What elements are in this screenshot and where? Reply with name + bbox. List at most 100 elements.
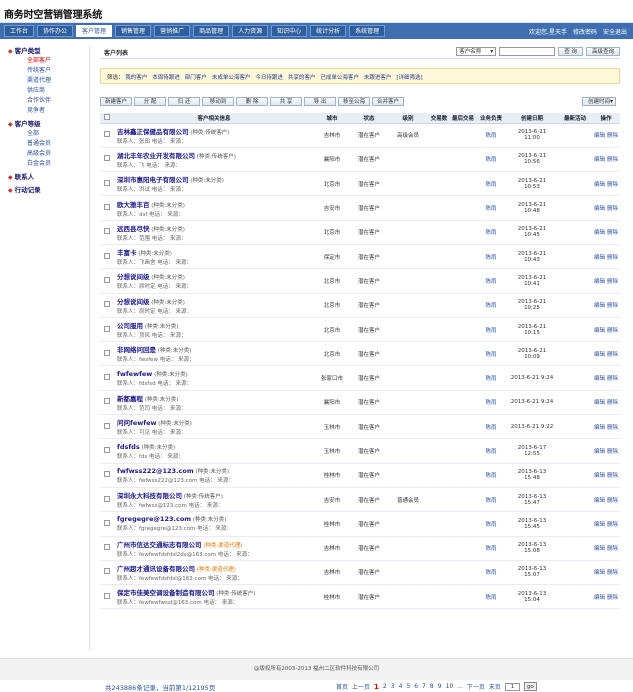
edit-link[interactable]: 编辑 [594, 133, 605, 139]
row-checkbox[interactable] [104, 252, 110, 259]
delete-link[interactable]: 删除 [607, 425, 618, 431]
edit-link[interactable]: 编辑 [594, 303, 605, 309]
customer-name-link[interactable]: 分想说间级 [117, 273, 150, 281]
row-checkbox[interactable] [104, 276, 110, 283]
filter-link[interactable]: 未跟进客户 [364, 75, 392, 81]
sidebar-item[interactable]: 合作伙伴 [4, 96, 89, 106]
owner-link[interactable]: 陈雨 [476, 560, 506, 586]
page-number-link[interactable]: 5 [406, 683, 410, 690]
customer-name-link[interactable]: 欧大雅丰百 [117, 201, 150, 209]
delete-link[interactable]: 删除 [607, 498, 618, 504]
edit-link[interactable]: 编辑 [594, 157, 605, 163]
customer-name-link[interactable]: 公司服用 [117, 322, 143, 330]
customer-name-link[interactable]: fwfwss222@123.com [117, 467, 194, 475]
toolbar-button[interactable]: 分 配 [134, 97, 166, 106]
row-checkbox[interactable] [104, 228, 110, 235]
edit-link[interactable]: 编辑 [594, 473, 605, 479]
toolbar-button[interactable]: 导 出 [304, 97, 336, 106]
delete-link[interactable]: 删除 [607, 400, 618, 406]
edit-link[interactable]: 编辑 [594, 449, 605, 455]
select-all-header[interactable] [100, 113, 114, 124]
sidebar-item[interactable]: 全部客户 [4, 56, 89, 66]
filter-link[interactable]: 我的客户 [125, 75, 147, 81]
owner-link[interactable]: 陈雨 [476, 147, 506, 173]
owner-link[interactable]: 陈雨 [476, 195, 506, 221]
delete-link[interactable]: 删除 [607, 206, 618, 212]
owner-link[interactable]: 陈雨 [476, 293, 506, 318]
sidebar-item[interactable]: 全部 [4, 129, 89, 139]
edit-link[interactable]: 编辑 [594, 230, 605, 236]
toolbar-button[interactable]: 删 除 [236, 97, 268, 106]
sidebar-group-header[interactable]: ◆ 联系人 [4, 172, 89, 182]
row-checkbox[interactable] [104, 471, 110, 478]
customer-name-link[interactable]: 广州超才通讯设备有限公司 [117, 565, 195, 573]
edit-link[interactable]: 编辑 [594, 352, 605, 358]
delete-link[interactable]: 删除 [607, 570, 618, 576]
toolbar-button[interactable]: 合并客户 [372, 97, 404, 106]
row-checkbox[interactable] [104, 568, 110, 575]
customer-name-link[interactable]: fdsfds [117, 443, 140, 451]
sidebar-item[interactable]: 渠道代理 [4, 76, 89, 86]
delete-link[interactable]: 删除 [607, 328, 618, 334]
edit-link[interactable]: 编辑 [594, 206, 605, 212]
owner-link[interactable]: 陈雨 [476, 487, 506, 513]
customer-name-link[interactable]: 非网络问回是 [117, 346, 156, 354]
nav-tab[interactable]: 商品管理 [193, 25, 230, 37]
search-button[interactable]: 查 询 [558, 47, 583, 56]
search-input[interactable] [499, 47, 556, 56]
nav-tab[interactable]: 系统管理 [349, 25, 386, 37]
filter-link[interactable]: 已成单公海客户 [320, 75, 359, 81]
delete-link[interactable]: 删除 [607, 473, 618, 479]
page-number-link[interactable]: 7 [422, 683, 426, 690]
customer-name-link[interactable]: 丰富卡 [117, 249, 137, 257]
delete-link[interactable]: 删除 [607, 449, 618, 455]
next-page-link[interactable]: 下一页 [467, 682, 485, 691]
last-page-link[interactable]: 末页 [489, 682, 501, 691]
sidebar-item[interactable]: 竞争者 [4, 106, 89, 116]
customer-name-link[interactable]: 深圳永大科技有限公司 [117, 492, 182, 500]
page-number-link[interactable]: 6 [414, 683, 418, 690]
sidebar-item[interactable]: 白金会员 [4, 159, 89, 169]
sidebar-item[interactable]: 高级会员 [4, 149, 89, 159]
customer-name-link[interactable]: 湖北丰年农业开发有限公司 [117, 152, 195, 160]
row-checkbox[interactable] [104, 179, 110, 186]
owner-link[interactable]: 陈雨 [476, 463, 506, 488]
delete-link[interactable]: 删除 [607, 279, 618, 285]
customer-name-link[interactable]: fwfewfew [117, 370, 152, 378]
edit-link[interactable]: 编辑 [594, 182, 605, 188]
delete-link[interactable]: 删除 [607, 303, 618, 309]
customer-name-link[interactable]: 广州市信达交通标志有限公司 [117, 541, 202, 549]
edit-link[interactable]: 编辑 [594, 570, 605, 576]
delete-link[interactable]: 删除 [607, 182, 618, 188]
delete-link[interactable]: 删除 [607, 157, 618, 163]
toolbar-button[interactable]: 移动到 [202, 97, 234, 106]
select-all-checkbox[interactable] [104, 113, 110, 120]
row-checkbox[interactable] [104, 301, 110, 308]
delete-link[interactable]: 删除 [607, 595, 618, 601]
edit-link[interactable]: 编辑 [594, 279, 605, 285]
delete-link[interactable]: 删除 [607, 133, 618, 139]
row-checkbox[interactable] [104, 131, 110, 138]
row-checkbox[interactable] [104, 544, 110, 551]
edit-link[interactable]: 编辑 [594, 498, 605, 504]
nav-tab[interactable]: 销售管理 [115, 25, 152, 37]
filter-link[interactable]: 未成单公海客户 [212, 75, 251, 81]
row-checkbox[interactable] [104, 325, 110, 332]
filter-link[interactable]: 部门客户 [185, 75, 207, 81]
go-button[interactable]: go [523, 682, 537, 691]
nav-tab[interactable]: 协作办公 [37, 25, 74, 37]
owner-link[interactable]: 陈雨 [476, 317, 506, 343]
owner-link[interactable]: 陈雨 [476, 414, 506, 440]
sidebar-item[interactable]: 传统客户 [4, 66, 89, 76]
customer-name-link[interactable]: 新都嘉程 [117, 395, 143, 403]
sidebar-group-header[interactable]: ◆ 行动记录 [4, 185, 89, 195]
owner-link[interactable]: 陈雨 [476, 511, 506, 537]
delete-link[interactable]: 删除 [607, 230, 618, 236]
delete-link[interactable]: 删除 [607, 522, 618, 528]
sidebar-group-header[interactable]: ◆ 客户类型 [4, 46, 89, 56]
filter-link[interactable]: 共享的客户 [288, 75, 316, 81]
page-number-link[interactable]: 4 [399, 683, 403, 690]
page-number-link[interactable]: 9 [438, 683, 442, 690]
customer-name-link[interactable]: fgregegre@123.com [117, 515, 191, 523]
sidebar-item[interactable]: 普通会员 [4, 139, 89, 149]
